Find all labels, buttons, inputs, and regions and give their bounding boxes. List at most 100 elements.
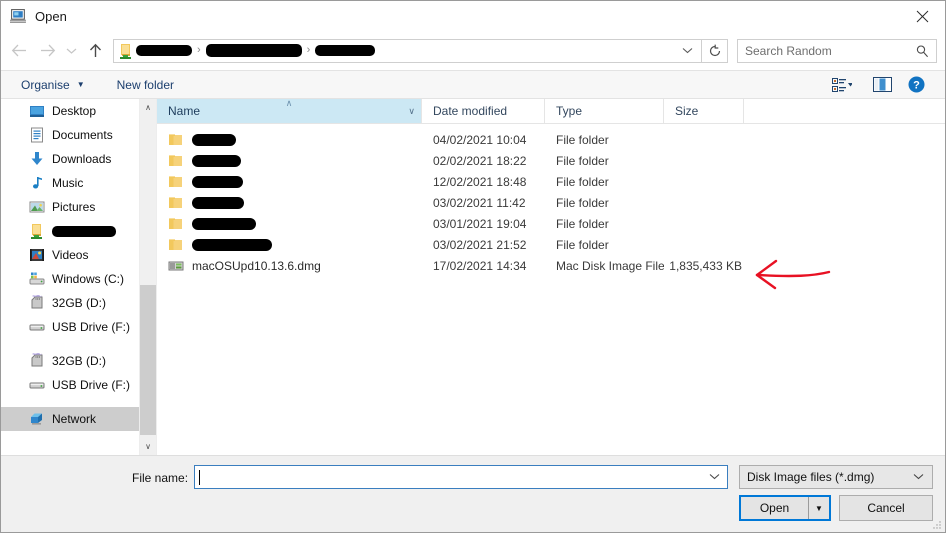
preview-pane-button[interactable] [865,72,899,98]
sidebar-item-downloads[interactable]: Downloads [1,147,139,171]
breadcrumb-item[interactable] [136,40,192,62]
table-row[interactable]: 03/02/2021 21:52 File folder [157,234,945,255]
search-box[interactable]: Search Random [737,38,937,63]
filter-value: Disk Image files (*.dmg) [747,470,875,484]
cell-date-modified: 03/01/2021 19:04 [433,216,527,231]
sidebar-item-32gb-d[interactable]: SDHC 32GB (D:) [1,291,139,315]
dialog-content: Desktop Documents Downloads Music Pictur… [1,98,945,455]
breadcrumb-item[interactable] [205,40,302,62]
sidebar-item-usb-drive-f[interactable]: USB Drive (F:) [1,315,139,339]
sidebar-item-documents[interactable]: Documents [1,123,139,147]
file-type-filter-dropdown[interactable]: Disk Image files (*.dmg) [739,465,933,489]
sidebar-item-label: 32GB (D:) [52,296,107,310]
sidebar-item-music[interactable]: Music [1,171,139,195]
column-header-name[interactable]: ∧ Name ∨ [157,98,422,123]
cell-date-modified: 12/02/2021 18:48 [433,174,527,189]
sd-card-icon: SDHC [31,353,43,367]
cell-name [157,213,422,234]
breadcrumb-separator: › [197,44,201,56]
sidebar-item-32gb-d-device[interactable]: SDHC 32GB (D:) [1,349,139,373]
sidebar-item-windows-c[interactable]: Windows (C:) [1,267,139,291]
redacted-text [136,45,192,56]
sidebar-item-label: Pictures [52,200,96,214]
cell-date-modified: 02/02/2021 18:22 [433,153,527,168]
folder-icon [31,224,42,239]
refresh-button[interactable] [702,38,728,63]
network-icon [31,413,42,425]
cell-type: Mac Disk Image File [556,258,664,273]
recent-locations-button[interactable] [61,37,81,65]
music-icon [33,177,42,189]
cell-size: 1,835,433 KB [669,258,742,273]
open-button[interactable]: Open ▼ [739,495,831,521]
chevron-down-icon[interactable]: ∨ [408,106,421,117]
folder-icon [120,43,131,59]
refresh-icon [709,44,720,56]
file-name-label: File name: [132,471,189,485]
close-button[interactable] [899,1,945,31]
search-icon [915,44,936,58]
back-button[interactable] [5,37,33,65]
videos-icon [30,249,44,261]
breadcrumb-dropdown-button[interactable] [676,47,699,54]
redacted-text [192,175,243,188]
cell-size [664,150,744,171]
forward-button[interactable] [33,37,61,65]
up-button[interactable] [81,37,109,65]
organise-menu-button[interactable]: Organise ▼ [15,71,91,98]
pictures-icon [29,201,45,213]
column-header-type[interactable]: Type [545,99,664,123]
svg-text:SDHC: SDHC [32,353,42,356]
folder-icon [169,196,182,208]
cell-date-modified: 03/02/2021 21:52 [433,237,527,252]
cell-size [664,171,744,192]
table-row[interactable]: 03/01/2021 19:04 File folder [157,213,945,234]
cancel-button[interactable]: Cancel [839,495,933,521]
table-row[interactable]: 02/02/2021 18:22 File folder [157,150,945,171]
hard-drive-icon [29,272,45,285]
sidebar-scrollbar[interactable]: ∧ ∨ [139,99,156,455]
help-button[interactable]: ? [899,72,933,98]
cell-type: File folder [556,216,609,231]
redacted-text [52,225,116,237]
scroll-down-button[interactable]: ∨ [140,438,156,455]
usb-drive-icon [29,382,45,389]
open-file-dialog: Open › › Search Random Organise ▼ New fo… [0,0,946,533]
window-title: Open [35,8,67,24]
resize-grip[interactable] [932,520,942,530]
table-row[interactable]: 12/02/2021 18:48 File folder [157,171,945,192]
sidebar-item-redacted[interactable] [1,219,139,243]
search-input[interactable]: Search Random [738,44,915,58]
scroll-up-button[interactable]: ∧ [140,99,156,116]
table-row[interactable]: 04/02/2021 10:04 File folder [157,129,945,150]
desktop-icon [30,106,44,117]
view-mode-button[interactable] [819,72,865,98]
sidebar-item-videos[interactable]: Videos [1,243,139,267]
table-row[interactable]: 03/02/2021 11:42 File folder [157,192,945,213]
column-header-date-modified[interactable]: Date modified [422,99,545,123]
preview-pane-icon [872,77,892,92]
file-name-input[interactable] [194,465,728,489]
column-header-size[interactable]: Size [664,99,744,123]
sidebar-item-usb-drive-f-device[interactable]: USB Drive (F:) [1,373,139,397]
open-dropdown-button[interactable]: ▼ [808,497,829,519]
table-row[interactable]: macOSUpd10.13.6.dmg 17/02/2021 14:34 Mac… [157,255,945,276]
breadcrumb-bar[interactable]: › › [113,38,702,63]
sidebar-item-pictures[interactable]: Pictures [1,195,139,219]
cell-size [664,192,744,213]
file-rows: 04/02/2021 10:04 File folder 02/02/2021 … [157,124,945,455]
sidebar-item-network[interactable]: Network [1,407,139,431]
breadcrumb-item[interactable] [315,40,376,62]
cell-size [664,234,744,255]
sidebar-item-label: USB Drive (F:) [52,378,130,392]
cell-date-modified: 03/02/2021 11:42 [433,195,526,210]
navigation-sidebar: Desktop Documents Downloads Music Pictur… [1,99,139,455]
chevron-down-icon[interactable] [709,472,727,483]
chevron-down-icon [913,472,932,483]
open-label: Open [759,501,790,515]
folder-icon [169,133,182,145]
sidebar-item-desktop[interactable]: Desktop [1,99,139,123]
new-folder-button[interactable]: New folder [111,71,180,98]
arrow-up-icon [89,43,101,57]
scrollbar-thumb[interactable] [140,285,156,435]
